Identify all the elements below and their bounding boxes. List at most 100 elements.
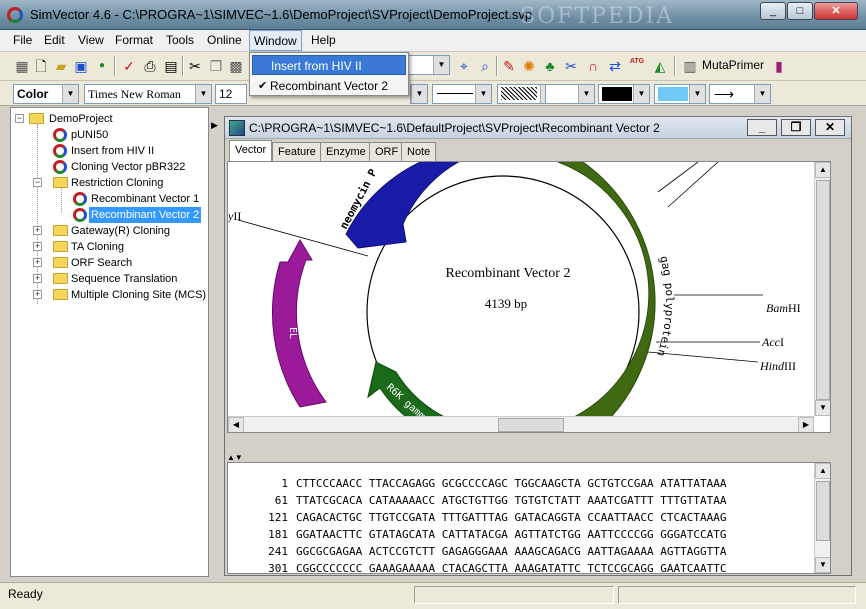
sequence-row[interactable]: 181 GGATAACTTC GTATAGCATA CATTATACGA AGTT… bbox=[228, 528, 726, 541]
expand-icon[interactable]: + bbox=[33, 258, 42, 267]
atg-icon[interactable]: ATG bbox=[628, 57, 646, 75]
sun-icon[interactable]: ✺ bbox=[520, 57, 538, 75]
map-horizontal-scrollbar[interactable]: ◀ ▶ bbox=[228, 416, 814, 432]
color-select[interactable]: ▼ bbox=[545, 84, 595, 104]
cut-icon[interactable]: ✂ bbox=[186, 57, 204, 75]
close-button[interactable]: ✕ bbox=[814, 2, 858, 20]
feature-el[interactable] bbox=[271, 238, 327, 408]
feature-gag-polyprotein[interactable] bbox=[557, 162, 656, 416]
zoom-fit-icon[interactable]: ⌖ bbox=[455, 57, 473, 75]
scroll-down-icon[interactable]: ▼ bbox=[815, 400, 830, 416]
check-icon[interactable]: ✓ bbox=[120, 57, 138, 75]
plasmid-map[interactable]: gag polyprotein neomycin P EL R6K gamma … bbox=[228, 162, 814, 416]
collapse-icon[interactable]: − bbox=[15, 114, 24, 123]
child-close-button[interactable]: ✕ bbox=[815, 119, 845, 136]
print-icon[interactable]: ⎙ bbox=[141, 57, 159, 75]
vector-length: 4139 bp bbox=[485, 296, 527, 311]
site-hindiii[interactable]: HindIII bbox=[759, 359, 796, 373]
sequence-panel[interactable]: 1 CTTCCCAACC TTACCAGAGG GCGCCCCAGC TGGCAA… bbox=[227, 462, 831, 574]
scroll-down-icon[interactable]: ▼ bbox=[815, 557, 830, 573]
translate-icon[interactable]: ◭ bbox=[651, 57, 669, 75]
sequence-row[interactable]: 301 CGGCCCCCCC GAAAGAAAAA CTACAGCTTA AAAG… bbox=[228, 562, 726, 573]
plasmid-map-panel[interactable]: gag polyprotein neomycin P EL R6K gamma … bbox=[227, 161, 831, 433]
toolbar-combo[interactable]: ▼ bbox=[408, 55, 450, 75]
font-size-select[interactable]: 12 bbox=[215, 84, 247, 104]
tab-feature[interactable]: Feature bbox=[272, 142, 322, 161]
project-tree[interactable]: − DemoProject pUNI50 Insert from HIV II … bbox=[10, 107, 209, 577]
arrow-style-select[interactable]: ⟶ ▼ bbox=[709, 84, 771, 104]
scroll-right-icon[interactable]: ▶ bbox=[798, 417, 814, 432]
app-icon bbox=[7, 7, 23, 23]
site-partial[interactable]: yII bbox=[228, 209, 241, 223]
title-bar[interactable]: SimVector 4.6 - C:\PROGRA~1\SIMVEC~1.6\D… bbox=[0, 0, 866, 30]
sequence-row[interactable]: 61 TTATCGCACA CATAAAAACC ATGCTGTTGG TGTGT… bbox=[228, 494, 727, 507]
mutaprimer-label[interactable]: MutaPrimer bbox=[702, 58, 764, 72]
scroll-thumb[interactable] bbox=[816, 481, 830, 541]
menu-file[interactable]: File bbox=[13, 33, 32, 47]
menu-view[interactable]: View bbox=[78, 33, 104, 47]
copy-icon[interactable]: ❐ bbox=[207, 57, 225, 75]
vector-window-title-bar[interactable]: C:\PROGRA~1\SIMVEC~1.6\DefaultProject\SV… bbox=[225, 117, 851, 139]
map-vertical-scrollbar[interactable]: ▲ ▼ bbox=[814, 162, 830, 416]
menu-help[interactable]: Help bbox=[311, 33, 336, 47]
ligate-icon[interactable]: ∩ bbox=[584, 57, 602, 75]
window-menu-item-recombinant-vector-2[interactable]: ✔ Recombinant Vector 2 bbox=[252, 76, 406, 96]
tree-item-label: TA Cloning bbox=[71, 241, 124, 253]
expand-icon[interactable]: + bbox=[33, 242, 42, 251]
site-acci[interactable]: AccI bbox=[761, 335, 784, 349]
open-folder-icon[interactable]: ▰ bbox=[52, 57, 70, 75]
enzyme-icon[interactable]: ✎ bbox=[500, 57, 518, 75]
mutaprimer-icon[interactable]: ▥ bbox=[681, 57, 699, 75]
print-preview-icon[interactable]: ▤ bbox=[162, 57, 180, 75]
scroll-left-icon[interactable]: ◀ bbox=[228, 417, 244, 432]
tab-enzyme[interactable]: Enzyme bbox=[320, 142, 372, 161]
save-icon[interactable]: ▣ bbox=[72, 57, 90, 75]
genbank-icon[interactable]: ● bbox=[93, 57, 111, 75]
sequence-row[interactable]: 121 CAGACACTGC TTGTCCGATA TTTGATTTAG GATA… bbox=[228, 511, 726, 524]
tab-note[interactable]: Note bbox=[401, 142, 437, 161]
menu-edit[interactable]: Edit bbox=[44, 33, 65, 47]
child-restore-button[interactable]: ❐ bbox=[781, 119, 811, 136]
minimize-button[interactable]: _ bbox=[760, 2, 786, 20]
book-icon[interactable]: ▮ bbox=[770, 57, 788, 75]
collapse-icon[interactable]: − bbox=[33, 178, 42, 187]
sequence-vertical-scrollbar[interactable]: ▲ ▼ bbox=[814, 463, 830, 573]
menu-format[interactable]: Format bbox=[115, 33, 153, 47]
tree-icon[interactable]: ♣ bbox=[541, 57, 559, 75]
arrows-icon[interactable]: ⇄ bbox=[606, 57, 624, 75]
chevron-down-icon: ▼ bbox=[475, 85, 491, 103]
expand-icon[interactable]: + bbox=[33, 226, 42, 235]
menu-online[interactable]: Online bbox=[207, 33, 242, 47]
paste-icon[interactable]: ▩ bbox=[227, 57, 245, 75]
sequence-row[interactable]: 1 CTTCCCAACC TTACCAGAGG GCGCCCCAGC TGGCAA… bbox=[228, 477, 726, 490]
menu-tools[interactable]: Tools bbox=[166, 33, 194, 47]
splitter-arrow-icon[interactable]: ▶ bbox=[211, 120, 218, 131]
fill-color-select[interactable]: ▼ bbox=[598, 84, 650, 104]
scissors-icon[interactable]: ✂ bbox=[562, 57, 580, 75]
menu-window[interactable]: Window bbox=[249, 30, 302, 51]
toolbar-combo[interactable]: ▼ bbox=[410, 84, 428, 104]
zoom-icon[interactable]: ⌕ bbox=[476, 57, 494, 75]
site-bamhi[interactable]: BamHI bbox=[766, 301, 801, 315]
style-select[interactable]: Color ▼ bbox=[13, 84, 79, 104]
font-select[interactable]: Times New Roman ▼ bbox=[84, 84, 212, 104]
scroll-thumb[interactable] bbox=[498, 418, 564, 432]
tab-vector[interactable]: Vector bbox=[229, 140, 273, 161]
folder-icon bbox=[29, 113, 44, 124]
scroll-up-icon[interactable]: ▲ bbox=[815, 162, 830, 178]
open-icon[interactable]: ▦ bbox=[13, 57, 31, 75]
splitter-arrows-icon[interactable]: ▲▼ bbox=[227, 453, 243, 462]
folder-icon bbox=[53, 273, 68, 284]
maximize-button[interactable]: □ bbox=[787, 2, 813, 20]
scroll-up-icon[interactable]: ▲ bbox=[815, 463, 830, 479]
expand-icon[interactable]: + bbox=[33, 290, 42, 299]
line-color-select[interactable]: ▼ bbox=[654, 84, 706, 104]
line-style-select[interactable]: ▼ bbox=[432, 84, 492, 104]
window-menu-item-insert-hiv[interactable]: Insert from HIV II bbox=[252, 55, 406, 75]
child-minimize-button[interactable]: _ bbox=[747, 119, 777, 136]
new-icon[interactable]: 🗋 bbox=[32, 57, 50, 75]
scroll-thumb[interactable] bbox=[816, 180, 830, 400]
tab-orf[interactable]: ORF bbox=[369, 142, 405, 161]
sequence-row[interactable]: 241 GGCGCGAGAA ACTCCGTCTT GAGAGGGAAA AAAG… bbox=[228, 545, 726, 558]
expand-icon[interactable]: + bbox=[33, 274, 42, 283]
